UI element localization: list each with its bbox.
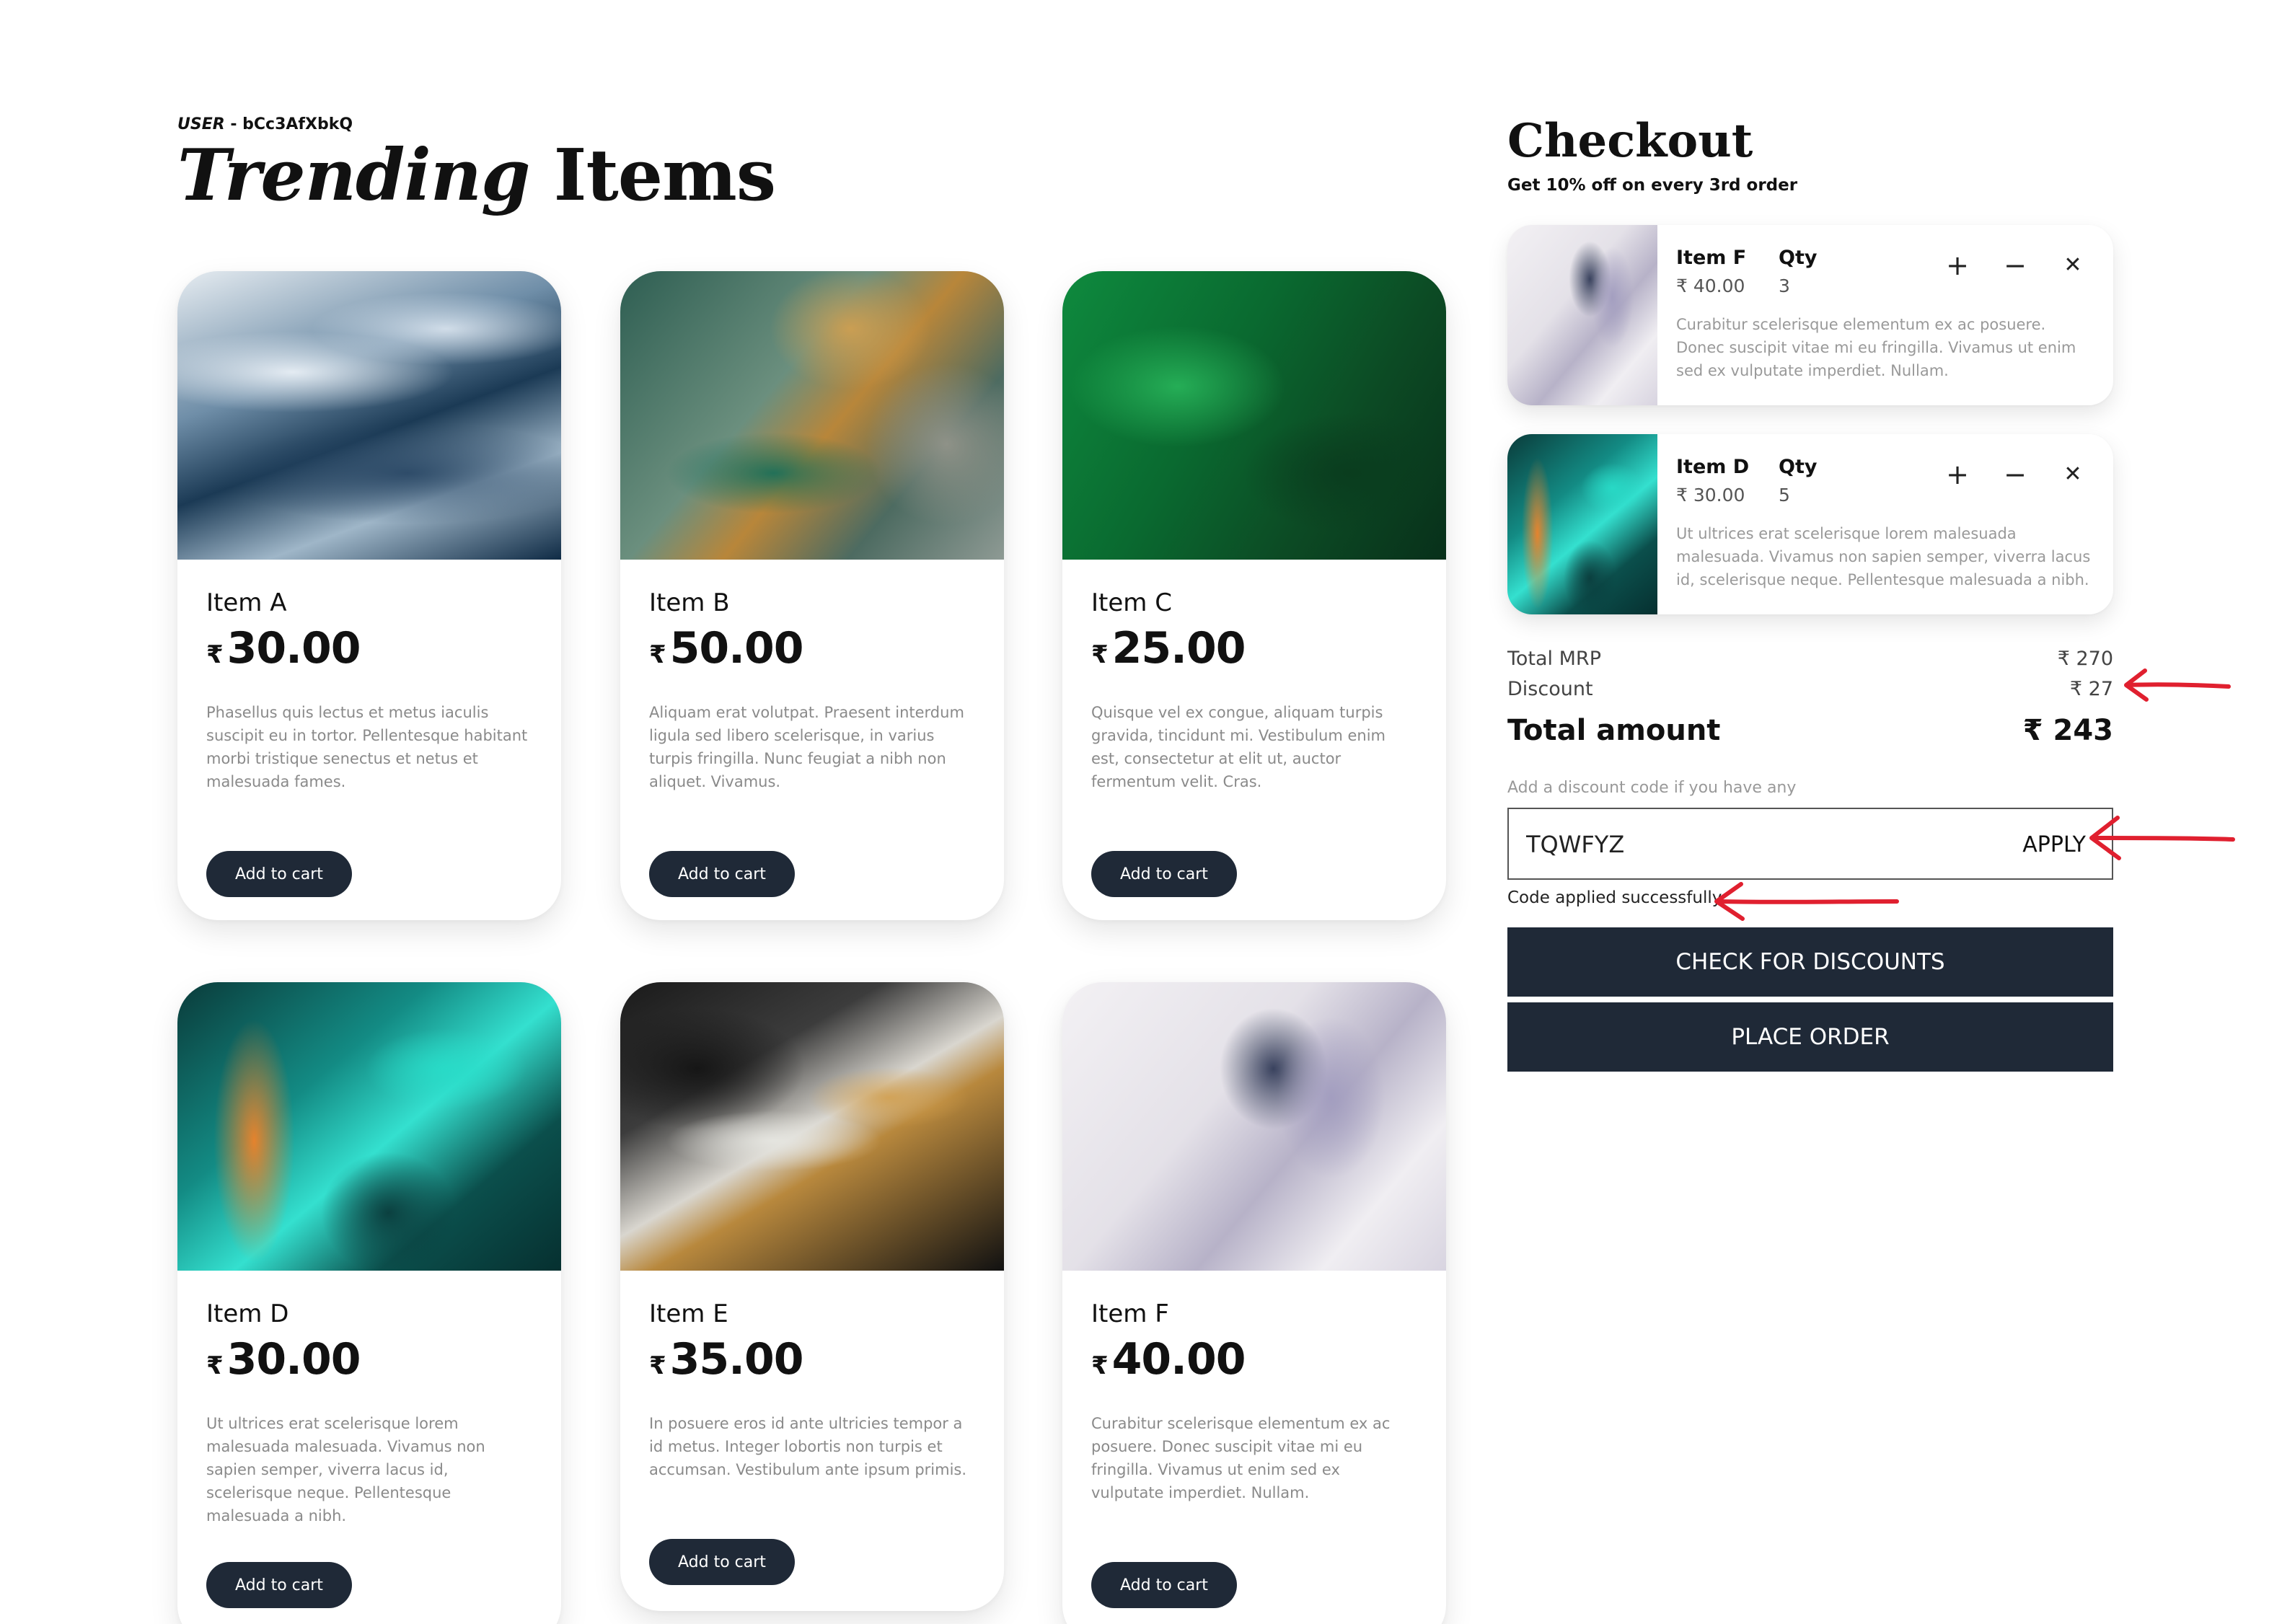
cart-item-description: Curabitur scelerisque elementum ex ac po… bbox=[1676, 316, 2076, 379]
cart-item-price: ₹ 40.00 bbox=[1676, 275, 1745, 296]
cart-item-description: Ut ultrices erat scelerisque lorem males… bbox=[1676, 525, 2091, 588]
product-name: Item F bbox=[1091, 1299, 1169, 1328]
product-description: Aliquam erat volutpat. Praesent interdum… bbox=[649, 704, 964, 790]
minus-icon[interactable]: − bbox=[2001, 251, 2030, 280]
product-image bbox=[620, 271, 1004, 560]
user-separator: - bbox=[224, 115, 243, 133]
price-value: 30.00 bbox=[226, 1334, 361, 1385]
annotation-arrow-icon bbox=[2124, 668, 2231, 702]
product-card-d: Item D ₹30.00 Ut ultrices erat scelerisq… bbox=[177, 982, 561, 1624]
cart-item-price: ₹ 30.00 bbox=[1676, 485, 1745, 506]
product-image bbox=[1062, 982, 1446, 1271]
product-image bbox=[620, 982, 1004, 1271]
code-status-message: Code applied successfully. bbox=[1507, 888, 1725, 907]
place-order-button[interactable]: PLACE ORDER bbox=[1507, 1002, 2113, 1072]
discount-label: Discount bbox=[1507, 678, 1593, 700]
product-name: Item A bbox=[206, 588, 287, 617]
page-title-italic: Trending bbox=[177, 134, 531, 217]
product-name: Item C bbox=[1091, 588, 1172, 617]
checkout-subtitle: Get 10% off on every 3rd order bbox=[1507, 176, 1798, 195]
product-image bbox=[177, 982, 561, 1271]
cart-item-name: Item D bbox=[1676, 456, 1750, 478]
product-price: ₹25.00 bbox=[1091, 623, 1246, 674]
user-id-line: USER - bCc3AfXbkQ bbox=[177, 115, 353, 133]
price-value: 40.00 bbox=[1111, 1334, 1246, 1385]
close-icon[interactable]: ✕ bbox=[2058, 460, 2087, 489]
currency-symbol: ₹ bbox=[649, 1351, 666, 1380]
product-name: Item E bbox=[649, 1299, 728, 1328]
product-card-b: Item B ₹50.00 Aliquam erat volutpat. Pra… bbox=[620, 271, 1004, 920]
plus-icon[interactable]: + bbox=[1943, 251, 1972, 280]
discount-code-box: APPLY bbox=[1507, 808, 2113, 880]
add-to-cart-button[interactable]: Add to cart bbox=[206, 1562, 352, 1608]
total-mrp-row: Total MRP ₹ 270 bbox=[1507, 648, 2113, 670]
qty-value: 3 bbox=[1779, 275, 1790, 296]
annotation-arrow-icon bbox=[1714, 882, 1899, 921]
close-icon[interactable]: ✕ bbox=[2058, 251, 2087, 280]
add-to-cart-button[interactable]: Add to cart bbox=[649, 851, 795, 897]
cart-item-image bbox=[1507, 225, 1657, 405]
product-name: Item D bbox=[206, 1299, 289, 1328]
product-card-f: Item F ₹40.00 Curabitur scelerisque elem… bbox=[1062, 982, 1446, 1624]
qty-label: Qty bbox=[1779, 247, 1818, 269]
price-value: 35.00 bbox=[669, 1334, 804, 1385]
price-value: 50.00 bbox=[669, 623, 804, 674]
product-card-e: Item E ₹35.00 In posuere eros id ante ul… bbox=[620, 982, 1004, 1611]
check-discounts-button[interactable]: CHECK FOR DISCOUNTS bbox=[1507, 927, 2113, 997]
product-price: ₹30.00 bbox=[206, 1334, 361, 1385]
product-description: Quisque vel ex congue, aliquam turpis gr… bbox=[1091, 704, 1386, 790]
product-card-c: Item C ₹25.00 Quisque vel ex congue, ali… bbox=[1062, 271, 1446, 920]
product-price: ₹30.00 bbox=[206, 623, 361, 674]
currency-symbol: ₹ bbox=[649, 640, 666, 669]
add-to-cart-button[interactable]: Add to cart bbox=[649, 1539, 795, 1585]
cart-item-image bbox=[1507, 434, 1657, 614]
product-card-a: Item A ₹30.00 Phasellus quis lectus et m… bbox=[177, 271, 561, 920]
product-price: ₹40.00 bbox=[1091, 1334, 1246, 1385]
currency-symbol: ₹ bbox=[1091, 1351, 1109, 1380]
page-title-rest: Items bbox=[529, 134, 776, 217]
qty-label: Qty bbox=[1779, 456, 1818, 478]
minus-icon[interactable]: − bbox=[2001, 460, 2030, 489]
currency-symbol: ₹ bbox=[1091, 640, 1109, 669]
discount-code-label: Add a discount code if you have any bbox=[1507, 779, 1797, 797]
add-to-cart-button[interactable]: Add to cart bbox=[1091, 1562, 1237, 1608]
product-description: Phasellus quis lectus et metus iaculis s… bbox=[206, 704, 528, 790]
product-description: Ut ultrices erat scelerisque lorem males… bbox=[206, 1415, 485, 1524]
total-mrp-label: Total MRP bbox=[1507, 648, 1601, 670]
total-amount-value: ₹ 243 bbox=[2022, 714, 2113, 747]
product-description: Curabitur scelerisque elementum ex ac po… bbox=[1091, 1415, 1391, 1501]
product-description: In posuere eros id ante ultricies tempor… bbox=[649, 1415, 967, 1478]
product-price: ₹50.00 bbox=[649, 623, 803, 674]
product-image bbox=[177, 271, 561, 560]
annotation-arrow-icon bbox=[2089, 816, 2235, 860]
product-price: ₹35.00 bbox=[649, 1334, 803, 1385]
checkout-title: Checkout bbox=[1507, 114, 1753, 168]
total-amount-row: Total amount ₹ 243 bbox=[1507, 714, 2113, 747]
qty-value: 5 bbox=[1779, 485, 1790, 506]
page-title: Trending Items bbox=[177, 134, 776, 217]
total-amount-label: Total amount bbox=[1507, 714, 1721, 747]
discount-value: ₹ 27 bbox=[2069, 678, 2113, 700]
add-to-cart-button[interactable]: Add to cart bbox=[1091, 851, 1237, 897]
apply-button[interactable]: APPLY bbox=[2014, 825, 2094, 864]
user-label: USER bbox=[177, 115, 225, 133]
discount-code-input[interactable] bbox=[1526, 826, 1959, 862]
price-value: 30.00 bbox=[226, 623, 361, 674]
cart-item-d: Item D ₹ 30.00 Qty 5 + − ✕ Ut ultrices e… bbox=[1507, 434, 2113, 614]
discount-row: Discount ₹ 27 bbox=[1507, 678, 2113, 700]
product-name: Item B bbox=[649, 588, 730, 617]
currency-symbol: ₹ bbox=[206, 1351, 224, 1380]
user-id: bCc3AfXbkQ bbox=[242, 115, 353, 133]
plus-icon[interactable]: + bbox=[1943, 460, 1972, 489]
price-value: 25.00 bbox=[1111, 623, 1246, 674]
total-mrp-value: ₹ 270 bbox=[2057, 648, 2113, 670]
product-image bbox=[1062, 271, 1446, 560]
currency-symbol: ₹ bbox=[206, 640, 224, 669]
cart-item-name: Item F bbox=[1676, 247, 1747, 269]
add-to-cart-button[interactable]: Add to cart bbox=[206, 851, 352, 897]
cart-item-f: Item F ₹ 40.00 Qty 3 + − ✕ Curabitur sce… bbox=[1507, 225, 2113, 405]
